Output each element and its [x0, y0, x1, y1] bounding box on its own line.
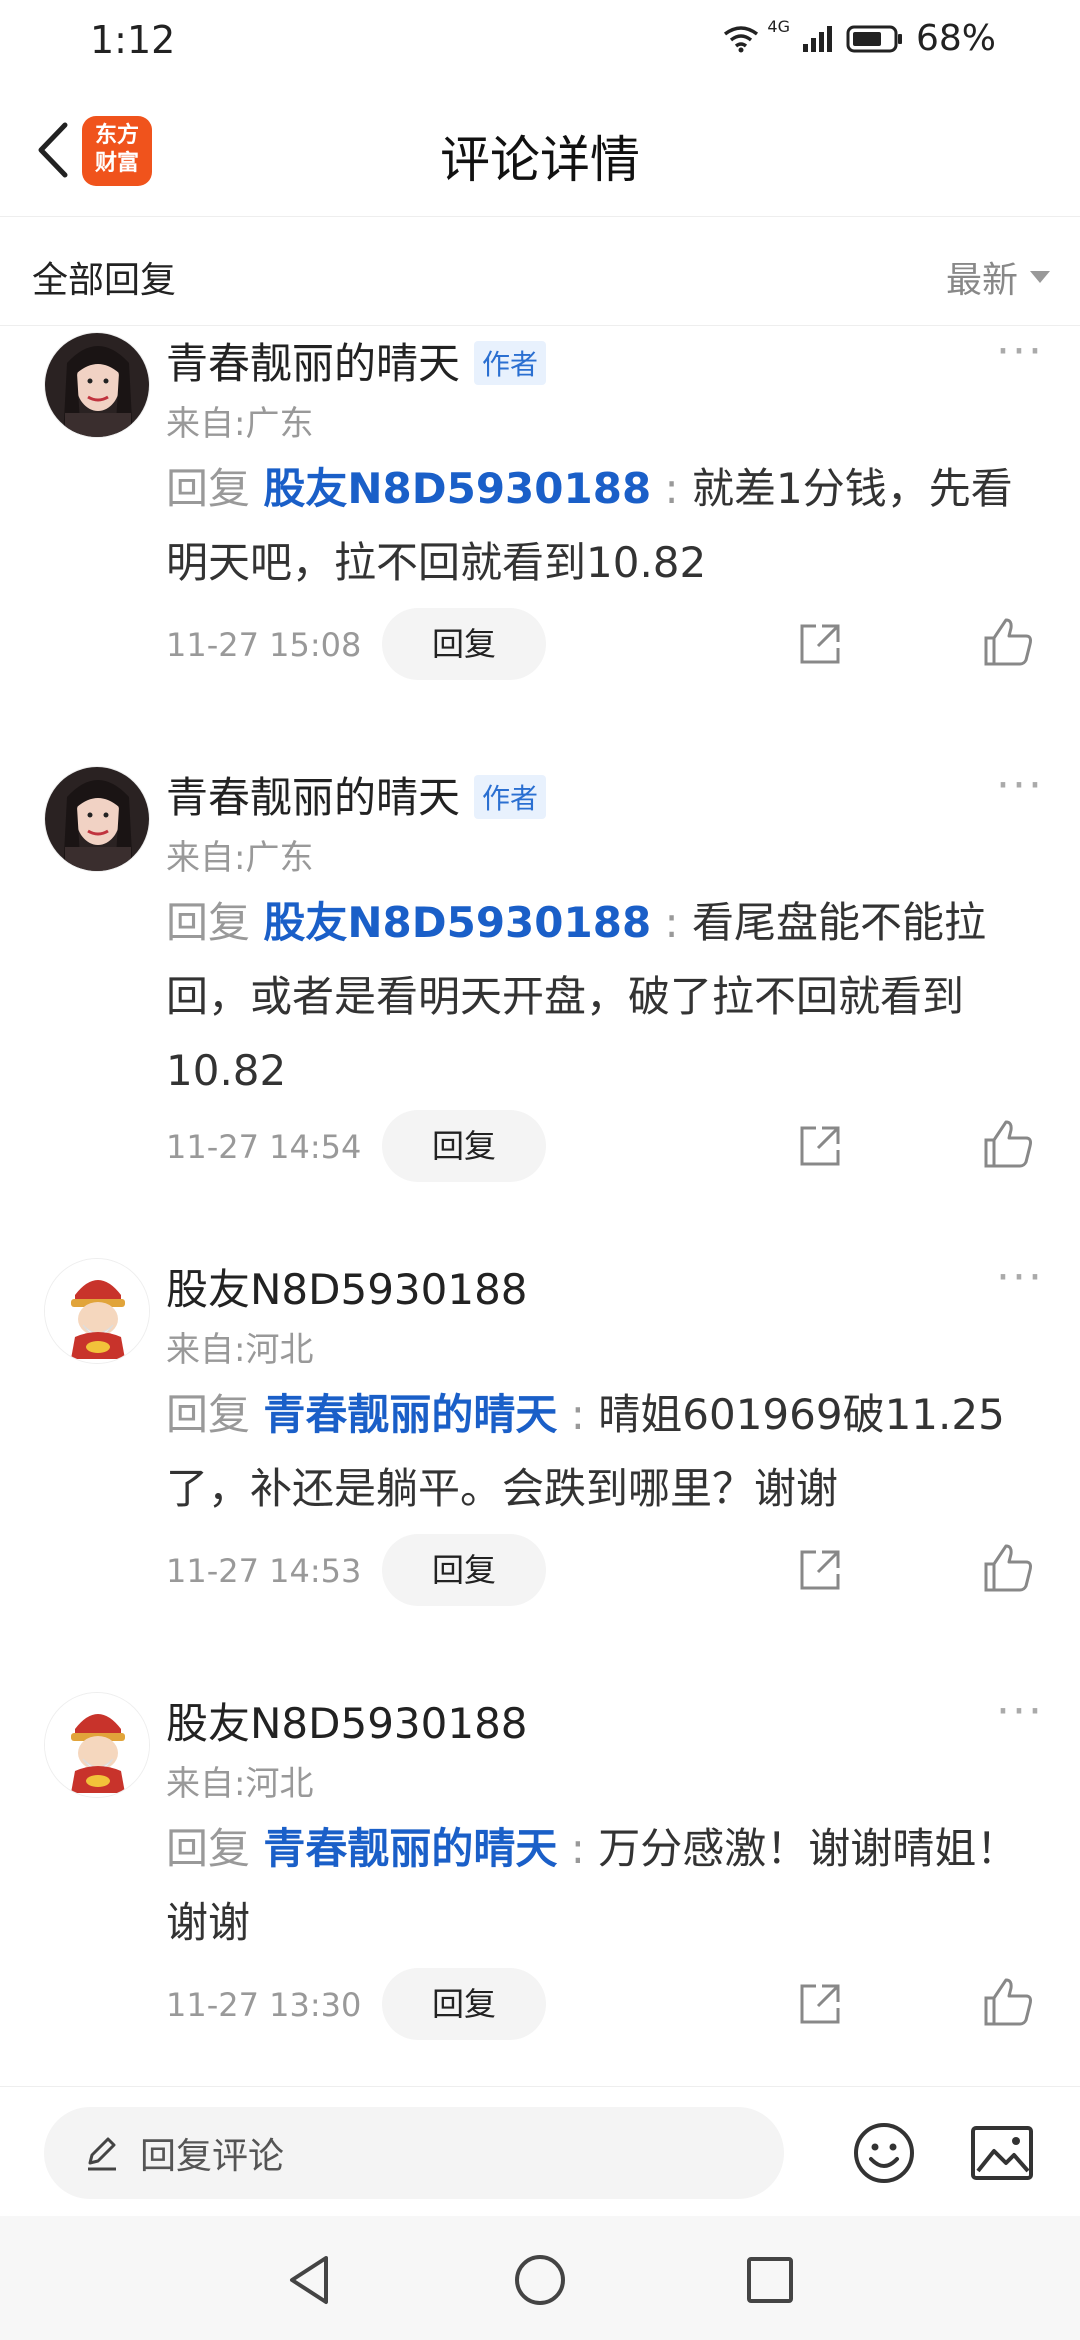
replies-section-header: 全部回复 最新: [0, 216, 1080, 326]
username[interactable]: 股友N8D5930188: [166, 1256, 528, 1317]
mention-link[interactable]: 青春靓丽的晴天: [263, 1824, 557, 1873]
location-label: 来自:河北: [166, 1330, 314, 1370]
status-time: 1:12: [90, 18, 176, 62]
header: 东方 财富 评论详情: [0, 84, 1080, 214]
thumbs-up-icon[interactable]: [980, 1540, 1036, 1596]
status-bar: 1:12 4G 68%: [0, 0, 1080, 84]
more-options-icon[interactable]: ···: [996, 764, 1044, 808]
comment-item: 青春靓丽的晴天 作者 ··· 来自:广东 回复 股友N8D5930188 : 看尾…: [0, 760, 1080, 1252]
location-label: 来自:广东: [166, 404, 314, 444]
colon: :: [557, 1824, 599, 1873]
comment-meta: 11-27 14:54 回复: [166, 1110, 1036, 1184]
colon: :: [557, 1390, 599, 1439]
system-nav-bar: [0, 2216, 1080, 2340]
colon: :: [651, 464, 693, 513]
share-icon[interactable]: [794, 1978, 846, 2030]
more-options-icon[interactable]: ···: [996, 1256, 1044, 1300]
comment-text: 回复 股友N8D5930188 : 看尾盘能不能拉回，或者是看明天开盘，破了拉不…: [166, 886, 1032, 1108]
nav-back-icon[interactable]: [282, 2252, 338, 2308]
wifi-icon: [724, 25, 759, 52]
nav-home-icon[interactable]: [512, 2252, 568, 2308]
comment-text: 回复 青春靓丽的晴天 : 晴姐601969破11.25了，补还是躺平。会跌到哪里…: [166, 1378, 1032, 1526]
comment-text: 回复 青春靓丽的晴天 : 万分感激！谢谢晴姐！谢谢: [166, 1812, 1032, 1960]
comment-date: 11-27 15:08: [166, 626, 362, 664]
section-title: 全部回复: [32, 260, 177, 301]
pencil-icon: [88, 2137, 116, 2171]
location-label: 来自:河北: [166, 1764, 314, 1804]
sort-dropdown[interactable]: 最新: [946, 251, 1050, 303]
mention-link[interactable]: 青春靓丽的晴天: [263, 1390, 557, 1439]
comment-item: 股友N8D5930188 ··· 来自:河北 回复 青春靓丽的晴天 : 万分感激…: [0, 1686, 1080, 2086]
image-icon[interactable]: [970, 2123, 1034, 2183]
signal-icon: [802, 25, 832, 52]
thumbs-up-icon[interactable]: [980, 1974, 1036, 2030]
username-text: 股友N8D5930188: [166, 1699, 528, 1748]
battery-icon: [846, 25, 902, 52]
comment-date: 11-27 14:54: [166, 1128, 362, 1166]
thumbs-up-icon[interactable]: [980, 614, 1036, 670]
reply-button[interactable]: 回复: [382, 1534, 546, 1606]
reply-bar: 回复评论: [0, 2086, 1080, 2216]
nav-recents-icon[interactable]: [742, 2252, 798, 2308]
username[interactable]: 青春靓丽的晴天 作者: [166, 764, 547, 825]
emoji-icon[interactable]: [852, 2121, 916, 2185]
fortune-god-avatar-icon[interactable]: [44, 1692, 150, 1798]
more-options-icon[interactable]: ···: [996, 330, 1044, 374]
location-label: 来自:广东: [166, 838, 314, 878]
sort-label: 最新: [945, 260, 1018, 301]
author-badge: 作者: [474, 340, 547, 385]
reply-button[interactable]: 回复: [382, 1968, 546, 2040]
username-text: 股友N8D5930188: [166, 1265, 528, 1314]
reply-comment-input[interactable]: 回复评论: [44, 2107, 784, 2199]
reply-prefix: 回复: [166, 1390, 251, 1439]
username[interactable]: 股友N8D5930188: [166, 1690, 528, 1751]
author-badge: 作者: [474, 774, 547, 819]
username-text: 青春靓丽的晴天: [166, 339, 461, 388]
reply-prefix: 回复: [166, 464, 251, 513]
username[interactable]: 青春靓丽的晴天 作者: [166, 330, 547, 391]
reply-button[interactable]: 回复: [382, 1110, 546, 1182]
thumbs-up-icon[interactable]: [980, 1116, 1036, 1172]
status-icons: 4G 68%: [721, 17, 996, 59]
reply-input-placeholder: 回复评论: [140, 2136, 285, 2177]
more-options-icon[interactable]: ···: [996, 1690, 1044, 1734]
reply-prefix: 回复: [166, 1824, 251, 1873]
reply-button[interactable]: 回复: [382, 608, 546, 680]
share-icon[interactable]: [794, 1120, 846, 1172]
comment-text: 回复 股友N8D5930188 : 就差1分钱，先看明天吧，拉不回就看到10.8…: [166, 452, 1032, 600]
page-title: 评论详情: [440, 131, 640, 189]
network-label: 4G: [767, 17, 790, 36]
fortune-god-avatar-icon[interactable]: [44, 1258, 150, 1364]
share-icon[interactable]: [794, 618, 846, 670]
mention-link[interactable]: 股友N8D5930188: [263, 464, 651, 513]
comment-date: 11-27 14:53: [166, 1552, 362, 1590]
comment-meta: 11-27 13:30 回复: [166, 1968, 1036, 2042]
colon: :: [651, 898, 693, 947]
reply-prefix: 回复: [166, 898, 251, 947]
mention-link[interactable]: 股友N8D5930188: [263, 898, 651, 947]
share-icon[interactable]: [794, 1544, 846, 1596]
battery-percent: 68%: [915, 18, 996, 59]
woman-avatar-icon[interactable]: [44, 766, 150, 872]
username-text: 青春靓丽的晴天: [166, 773, 461, 822]
woman-avatar-icon[interactable]: [44, 332, 150, 438]
caret-down-icon: [1030, 271, 1050, 283]
comment-date: 11-27 13:30: [166, 1986, 362, 2024]
comment-item: 青春靓丽的晴天 作者 ··· 来自:广东 回复 股友N8D5930188 : 就差…: [0, 326, 1080, 760]
comment-item: 股友N8D5930188 ··· 来自:河北 回复 青春靓丽的晴天 : 晴姐60…: [0, 1252, 1080, 1686]
comment-meta: 11-27 15:08 回复: [166, 608, 1036, 682]
comment-meta: 11-27 14:53 回复: [166, 1534, 1036, 1608]
